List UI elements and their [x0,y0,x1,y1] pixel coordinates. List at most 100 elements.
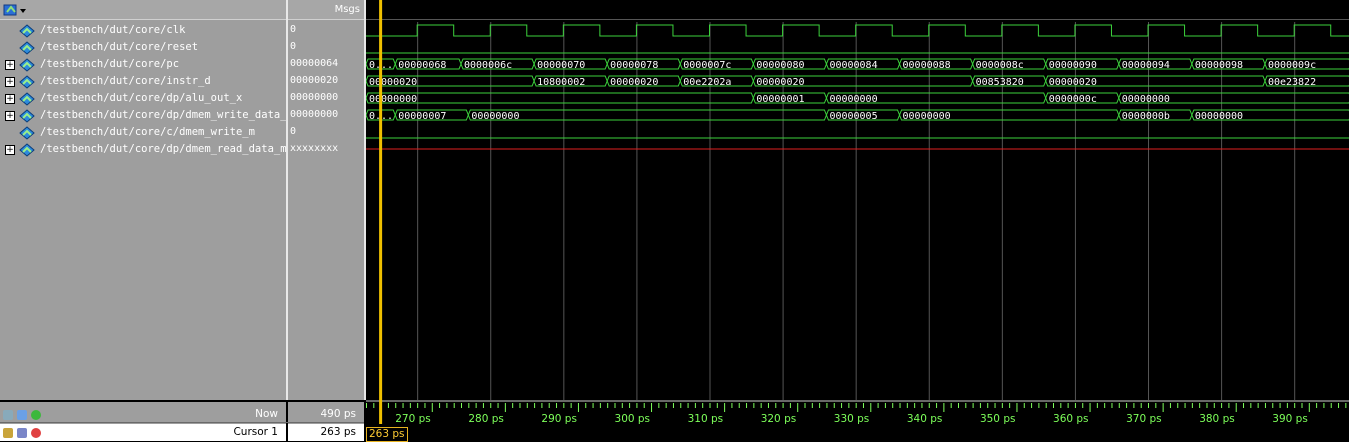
bus-value-label: 00000088 [903,60,951,71]
wave-header [366,0,1349,19]
bus-value-label: 00000000 [1122,94,1170,105]
bus-value-label: 00000094 [1122,60,1170,71]
bus-value-label: 0000000c [1049,94,1097,105]
bus-value-label: 0000000b [1122,111,1170,122]
ruler-tick-label: 320 ps [761,413,797,425]
signal-icon [19,92,35,106]
bus-value-label: 00000000 [903,111,951,122]
signal-row[interactable]: /testbench/dut/core/c/dmem_write_m [0,124,286,141]
signal-row[interactable]: + /testbench/dut/core/dp/alu_out_x [0,90,286,107]
ruler-tick-label: 390 ps [1272,413,1308,425]
bus-value-label: 0000008c [976,60,1024,71]
signal-icon [19,41,35,55]
signal-names-pane[interactable]: /testbench/dut/core/clk/testbench/dut/co… [0,0,293,400]
expand-icon[interactable]: + [5,77,15,87]
lock-icon[interactable] [3,428,13,438]
signal-value: 0 [290,126,297,137]
bus-value-label: 00000020 [756,77,804,88]
bus-value-label: 0000009c [1268,60,1316,71]
ruler-tick-label: 270 ps [395,413,431,425]
bus-value-label: 00000070 [537,60,585,71]
expand-icon[interactable]: + [5,111,15,121]
wave-window: /testbench/dut/core/clk/testbench/dut/co… [0,0,1349,442]
ruler-tick-label: 280 ps [468,413,504,425]
bus-value-label: 00000007 [398,111,446,122]
expand-icon[interactable]: + [5,60,15,70]
signal-name: /testbench/dut/core/clk [40,24,186,36]
zoom-icon[interactable] [3,410,13,420]
values-header: Msgs [288,0,364,20]
bus-value-label: 00000000 [1195,111,1243,122]
signal-value: 00000064 [290,58,339,69]
bus-value-label: 00000084 [829,60,877,71]
bus-value-label: 10800002 [537,77,585,88]
ruler-tick-label: 340 ps [907,413,943,425]
bus-segment [366,92,754,104]
window-icon[interactable] [17,410,27,420]
bus-value-label: 00000080 [756,60,804,71]
timeline-ruler[interactable]: 270 ps 280 ps 290 ps 300 ps 310 ps 320 ps 330 … [366,400,1349,441]
ruler-tick-label: 370 ps [1126,413,1162,425]
signal-name: /testbench/dut/core/c/dmem_write_m [40,126,255,138]
bus-value-label: 0000007c [683,60,731,71]
bus-value-label: 00000020 [369,77,417,88]
expand-icon[interactable]: + [5,94,15,104]
add-cursor-icon[interactable] [31,410,41,420]
bus-value-label: 0000006c [464,60,512,71]
clk-wave [366,24,1349,37]
cursor-row[interactable]: Cursor 1 [0,424,286,441]
ruler-tick-label: 290 ps [541,413,577,425]
names-header [0,0,286,20]
bus-value-label: 00000000 [369,94,417,105]
signal-value: 0 [290,41,297,52]
bus-value-label: 00000005 [829,111,877,122]
signal-icon [19,58,35,72]
signal-row[interactable]: + /testbench/dut/core/dp/dmem_read_data_m [0,141,287,158]
bus-value-label: 00000020 [1049,77,1097,88]
expand-icon[interactable]: + [5,145,15,155]
ruler-tick-label: 300 ps [615,413,651,425]
wave-toolbar-icon[interactable] [3,3,29,17]
bus-value-label: 00000020 [610,77,658,88]
delete-cursor-icon[interactable] [31,428,41,438]
msgs-label: Msgs [334,4,360,15]
bus-value-label: 00000068 [398,60,446,71]
waveform-pane[interactable]: 0...000000680000006c00000070000000780000… [366,0,1349,400]
bus-value-label: 00000001 [756,94,804,105]
signal-row[interactable]: + /testbench/dut/core/pc [0,56,286,73]
signal-value: 00000020 [290,75,339,86]
signal-icon [19,75,35,89]
signal-icon [19,126,35,140]
signal-name: /testbench/dut/core/pc [40,58,180,70]
waveform-canvas[interactable]: 0...000000680000006c00000070000000780000… [366,0,1349,400]
signal-values-pane[interactable]: Msgs 0 0 00000064 00000020 00000000 00000000 0… [288,0,364,400]
bus-value-label: 00000090 [1049,60,1097,71]
signal-row[interactable]: + /testbench/dut/core/dp/dmem_write_data_… [0,107,293,124]
now-value: 490 ps [320,408,356,420]
signal-row[interactable]: /testbench/dut/core/reset [0,39,286,56]
signal-value: 00000000 [290,92,339,103]
cursor-label: Cursor 1 [233,426,278,438]
ruler-tick-label: 310 ps [688,413,724,425]
pencil-icon[interactable] [17,428,27,438]
bus-segment [467,109,827,121]
cursor-time-tag[interactable]: 263 ps [366,427,408,442]
bus-value-label: 00853820 [976,77,1024,88]
bus-value-label: 00e2202a [683,77,731,88]
cursor-line-ruler [379,400,383,424]
signal-name: /testbench/dut/core/dp/alu_out_x [40,92,243,104]
bus-value-label: 00000000 [471,111,519,122]
signal-value: 0 [290,24,297,35]
ruler-tick-label: 350 ps [980,413,1016,425]
signal-icon [19,109,35,123]
bus-value-label: 00000000 [829,94,877,105]
signal-name: /testbench/dut/core/dp/dmem_read_data_m [40,143,287,155]
signal-value: 00000000 [290,109,339,120]
signal-name: /testbench/dut/core/dp/dmem_write_data_m [40,109,293,121]
signal-name: /testbench/dut/core/instr_d [40,75,211,87]
signal-row[interactable]: /testbench/dut/core/clk [0,22,286,39]
ruler-tick-label: 330 ps [834,413,870,425]
signal-row[interactable]: + /testbench/dut/core/instr_d [0,73,286,90]
signal-value: xxxxxxxx [290,143,339,154]
bus-value-label: 00000078 [610,60,658,71]
